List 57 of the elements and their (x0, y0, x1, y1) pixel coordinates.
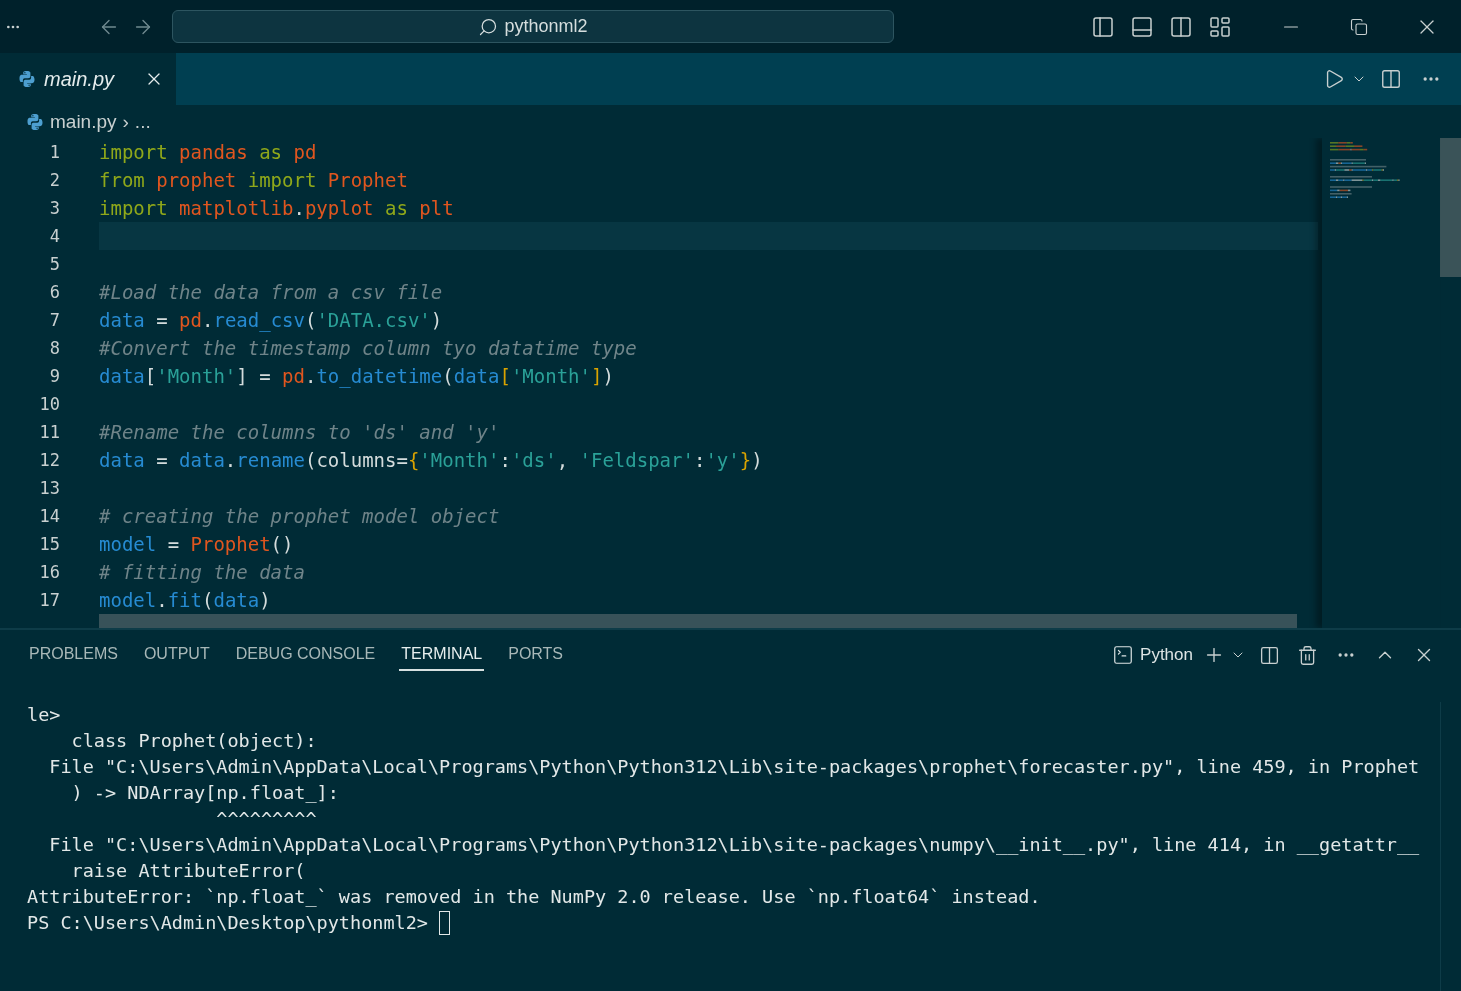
terminal-line: File "C:\Users\Admin\AppData\Local\Programs\Python\Python312\Lib\site-packages\numpy\__init__.py", line 414, in __getattr__ (48, 833, 1421, 857)
line-number: 7 (48, 309, 60, 332)
terminal-line: File "C:\Users\Admin\AppData\Local\Programs\Python\Python312\Lib\site-packages\prophet\forecaster.py", line 459, in Prophet (48, 755, 1421, 779)
search-icon (478, 16, 499, 37)
code-line: data['Month'] = pd.to_datetime(data['Month']) (99, 364, 615, 390)
scrollbar-thumb[interactable] (1440, 138, 1461, 277)
line-number: 16 (38, 561, 60, 584)
terminal-line: raise AttributeError( (70, 859, 307, 883)
search-field[interactable]: pythonml2 (171, 10, 895, 43)
line-number: 17 (38, 589, 60, 612)
code-line: data = pd.read_csv('DATA.csv') (99, 308, 444, 334)
code-line: # creating the prophet model object (99, 504, 501, 529)
breadcrumb-item[interactable]: main.py (50, 110, 117, 133)
panel-tab[interactable]: PROBLEMS (27, 639, 120, 671)
editor-tab[interactable]: main.py (0, 53, 176, 105)
terminal-line: ) -> NDArray[np.float_]: (70, 781, 340, 805)
horizontal-scrollbar[interactable] (99, 614, 1297, 628)
line-number: 12 (38, 449, 60, 472)
line-number: 6 (48, 281, 60, 304)
panel-tab[interactable]: OUTPUT (141, 639, 212, 671)
terminal-line: le> (27, 703, 62, 727)
terminal-icon (1112, 644, 1135, 666)
line-number: 13 (38, 477, 60, 500)
code-line: # fitting the data (99, 560, 306, 585)
line-number: 2 (48, 169, 60, 192)
line-number: 5 (48, 253, 60, 276)
code-line: #Convert the timestamp column tyo datatime type (99, 336, 638, 361)
code-line: model = Prophet() (99, 532, 295, 557)
breadcrumb-item[interactable]: ... (134, 110, 151, 133)
line-number: 8 (48, 337, 60, 360)
code-line: import pandas as pd (99, 140, 318, 165)
line-number: 4 (48, 225, 60, 248)
breadcrumb-separator: › (122, 110, 129, 133)
code-line: import matplotlib.pyplot as plt (99, 196, 455, 221)
terminal-cursor (439, 911, 451, 935)
line-number: 14 (38, 505, 60, 528)
code-line: from prophet import Prophet (99, 168, 409, 193)
code-line: #Rename the columns to 'ds' and 'y' (99, 420, 501, 445)
python-icon (18, 70, 36, 88)
panel-tab[interactable]: DEBUG CONSOLE (233, 639, 378, 671)
python-icon (26, 112, 44, 131)
terminal-line: AttributeError: `np.float_` was removed in the NumPy 2.0 release. Use `np.float64` instead. (27, 885, 1042, 909)
line-number: 11 (38, 421, 60, 444)
code-line: data = data.rename(columns={'Month':'ds', 'Feldspar':'y'}) (99, 448, 764, 473)
terminal-line: class Prophet(object): (70, 729, 318, 753)
line-number: 10 (38, 393, 60, 416)
panel-tab[interactable]: PORTS (506, 639, 566, 671)
terminal-line: ^^^^^^^^^ (215, 807, 318, 831)
line-number: 1 (48, 141, 60, 164)
line-number: 9 (48, 365, 60, 388)
code-line: model.fit(data) (99, 588, 272, 613)
code-line: #Load the data from a csv file (99, 280, 444, 305)
terminal-prompt: PS C:\Users\Admin\Desktop\pythonml2> (27, 911, 429, 935)
line-number: 15 (38, 533, 60, 556)
terminal-selector[interactable]: Python (1112, 644, 1193, 666)
line-number: 3 (48, 197, 60, 220)
panel-tab[interactable]: TERMINAL (399, 639, 485, 671)
